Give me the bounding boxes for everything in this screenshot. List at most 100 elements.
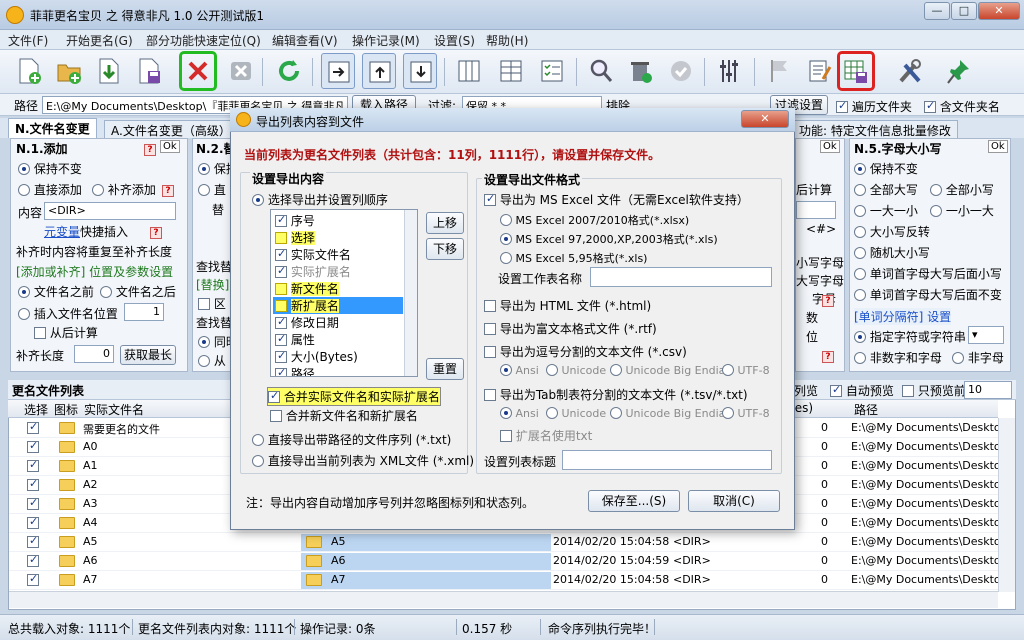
row-select-checkbox[interactable] <box>27 534 39 549</box>
menu-start-rename[interactable]: 开始更名(G) <box>66 32 133 49</box>
menu-edit-view[interactable]: 编辑查看(V) <box>272 32 338 49</box>
csv-ansi-radio[interactable]: Ansi <box>500 364 539 377</box>
replace-direct-radio[interactable]: 直 <box>198 181 226 198</box>
new-file-button[interactable] <box>12 53 46 89</box>
tab-filename-advanced[interactable]: A.文件名变更（高级） <box>104 120 238 138</box>
menu-file[interactable]: 文件(F) <box>8 32 48 49</box>
random-radio[interactable]: 随机大小写 <box>854 244 930 261</box>
excel-2007-radio[interactable]: MS Excel 2007/2010格式(*.xlsx) <box>500 212 689 228</box>
column-list-item[interactable]: 新文件名 <box>273 280 403 297</box>
move-up-button[interactable]: 上移 <box>426 212 464 234</box>
column-list-item[interactable]: 实际文件名 <box>273 246 403 263</box>
tab-file-info[interactable]: 功能: 特定文件信息批量修改 <box>792 120 958 138</box>
row-select-checkbox[interactable] <box>27 439 39 454</box>
word-cap-keep-radio[interactable]: 单词首字母大写后面不变 <box>854 286 1002 303</box>
move-down-button[interactable]: 下移 <box>426 238 464 260</box>
help-icon[interactable]: ? <box>822 348 834 363</box>
table-row[interactable]: A6 A6 2014/02/20 15:04:59<DIR> 0 E:\@My Docu… <box>9 552 1008 571</box>
row-select-checkbox[interactable] <box>27 496 39 511</box>
preview-count-input[interactable]: 10 <box>964 381 1012 399</box>
save-to-button[interactable]: 保存至...(S) <box>588 490 680 512</box>
cancel-button[interactable]: 取消(C) <box>688 490 780 512</box>
non-digit-radio[interactable]: 非数字和字母 <box>854 349 942 366</box>
import-button[interactable] <box>92 53 126 89</box>
flag-button[interactable] <box>762 53 796 89</box>
edit-doc-button[interactable] <box>803 53 837 89</box>
add-folder-button[interactable] <box>52 53 86 89</box>
tsv-utf8-radio[interactable]: UTF-8 <box>722 407 770 420</box>
search-button[interactable] <box>584 53 618 89</box>
before-name-radio[interactable]: 文件名之前 <box>18 283 94 300</box>
row-select-checkbox[interactable] <box>27 458 39 473</box>
delete-button[interactable] <box>624 53 658 89</box>
content-input[interactable]: <DIR> <box>44 202 176 220</box>
table-row[interactable]: A5 A5 2014/02/20 15:04:58<DIR> 0 E:\@My Docu… <box>9 533 1008 552</box>
move-top-button[interactable] <box>362 53 396 89</box>
after-name-radio[interactable]: 文件名之后 <box>100 283 176 300</box>
select-cols-radio[interactable]: 选择导出并设置列顺序 <box>252 191 388 208</box>
column-list-item[interactable]: 修改日期 <box>273 314 403 331</box>
adjust-button[interactable] <box>712 53 746 89</box>
quick-insert-link[interactable]: 快捷插入 <box>80 223 128 240</box>
auto-preview-checkbox[interactable]: 自动预览 <box>830 382 894 399</box>
all-lower-radio[interactable]: 全部小写 <box>930 181 994 198</box>
csv-checkbox[interactable]: 导出为逗号分割的文本文件 (*.csv) <box>484 343 687 360</box>
col-name[interactable]: 实际文件名 <box>84 401 144 418</box>
insert-pos-stepper[interactable]: 1 <box>124 303 164 321</box>
csv-unicode-radio[interactable]: Unicode <box>546 364 606 377</box>
help-icon[interactable]: ? <box>822 292 834 307</box>
column-list-item[interactable]: 选择 <box>273 229 403 246</box>
tsv-ansi-radio[interactable]: Ansi <box>500 407 539 420</box>
list-scrollbar-h[interactable] <box>9 591 998 608</box>
get-max-button[interactable]: 获取最长 <box>120 345 176 365</box>
direct-add-radio[interactable]: 直接添加 <box>18 181 82 198</box>
invert-radio[interactable]: 大小写反转 <box>854 223 930 240</box>
non-letter-radio[interactable]: 非字母 <box>952 349 1004 366</box>
list-title-input[interactable] <box>562 450 772 470</box>
column-list-scrollbar[interactable] <box>404 210 417 376</box>
meta-variable-link[interactable]: 元变量 <box>44 223 80 240</box>
menu-quick-locate[interactable]: 部分功能快速定位(Q) <box>146 32 261 49</box>
case-keep-radio[interactable]: 保持不变 <box>854 160 918 177</box>
table-row[interactable]: A7 A7 2014/02/20 15:04:58<DIR> 0 E:\@My Docu… <box>9 571 1008 590</box>
all-upper-radio[interactable]: 全部大写 <box>854 181 918 198</box>
help-icon[interactable]: ? <box>162 182 174 197</box>
excel-97-radio[interactable]: MS Excel 97,2000,XP,2003格式(*.xls) <box>500 231 718 247</box>
export-excel-button[interactable] <box>837 51 875 91</box>
column-list-item[interactable]: 路径 <box>273 365 403 376</box>
minimize-button[interactable]: — <box>924 2 950 20</box>
specified-radio[interactable]: 指定字符或字符串 <box>854 328 966 345</box>
menu-settings[interactable]: 设置(S) <box>434 32 475 49</box>
ok-tag[interactable]: Ok <box>988 140 1008 153</box>
col-path[interactable]: 路径 <box>854 401 878 418</box>
rtf-checkbox[interactable]: 导出为富文本格式文件 (*.rtf) <box>484 320 657 337</box>
save-list-button[interactable] <box>132 53 166 89</box>
column-grid-button[interactable] <box>494 53 528 89</box>
col-icon[interactable]: 图标 <box>54 401 78 418</box>
merge-new-checkbox[interactable]: 合并新文件名和新扩展名 <box>270 407 418 424</box>
tsv-unicode-radio[interactable]: Unicode <box>546 407 606 420</box>
close-window-button[interactable]: ✕ <box>978 2 1020 20</box>
upper-lower-radio[interactable]: 一大一小 <box>854 202 918 219</box>
reset-button[interactable]: 重置 <box>426 358 464 380</box>
move-bottom-button[interactable] <box>403 53 437 89</box>
column-left-button[interactable] <box>452 53 486 89</box>
row-select-checkbox[interactable] <box>27 515 39 530</box>
excel-checkbox[interactable]: 导出为 MS Excel 文件（无需Excel软件支持） <box>484 191 749 208</box>
pin-button[interactable] <box>942 53 976 89</box>
from-radio[interactable]: 从 <box>198 352 226 369</box>
count-back-checkbox[interactable]: 从后计算 <box>34 324 98 341</box>
traverse-folders-checkbox[interactable]: 遍历文件夹 <box>836 98 912 115</box>
ok-tag[interactable]: Ok <box>820 140 840 153</box>
clear-list-button[interactable] <box>179 51 217 91</box>
tsv-unicode-be-radio[interactable]: Unicode Big Endian <box>610 407 732 420</box>
pad-length-stepper[interactable]: 0 <box>74 345 114 363</box>
sheet-name-input[interactable] <box>590 267 772 287</box>
row-select-checkbox[interactable] <box>27 477 39 492</box>
maximize-button[interactable]: □ <box>951 2 977 20</box>
remove-button[interactable] <box>224 53 258 89</box>
csv-utf8-radio[interactable]: UTF-8 <box>722 364 770 377</box>
tools-button[interactable] <box>893 53 927 89</box>
menu-history[interactable]: 操作记录(M) <box>352 32 420 49</box>
refresh-button[interactable] <box>272 53 306 89</box>
